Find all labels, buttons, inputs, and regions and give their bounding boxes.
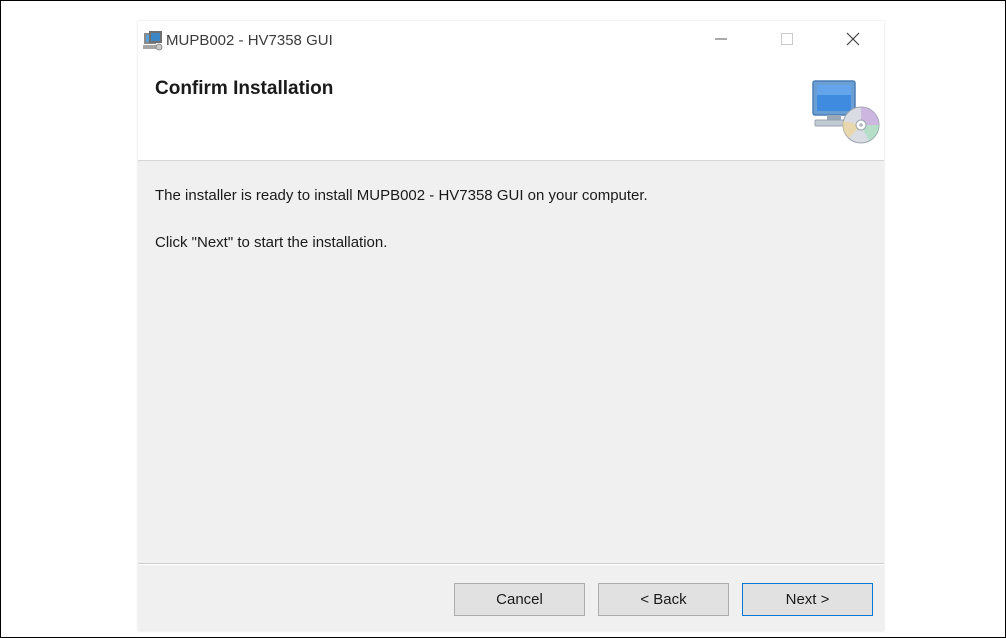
maximize-icon xyxy=(781,33,793,45)
next-instruction: Click "Next" to start the installation. xyxy=(155,234,388,251)
screenshot-frame: MUPB002 - HV7358 GUI Confirm Installatio… xyxy=(0,0,1006,638)
cancel-button[interactable]: Cancel xyxy=(454,583,585,616)
ready-message: The installer is ready to install MUPB00… xyxy=(155,187,648,204)
window-title: MUPB002 - HV7358 GUI xyxy=(166,32,333,49)
close-icon xyxy=(846,32,860,46)
computer-cd-icon xyxy=(812,80,880,144)
back-button[interactable]: < Back xyxy=(598,583,729,616)
minimize-button[interactable] xyxy=(698,21,744,57)
maximize-button[interactable] xyxy=(764,21,810,57)
installer-app-icon xyxy=(143,31,163,51)
header-banner: Confirm Installation xyxy=(138,61,884,161)
close-button[interactable] xyxy=(830,21,876,57)
next-button[interactable]: Next > xyxy=(742,583,873,616)
footer-divider xyxy=(138,563,884,565)
title-bar[interactable]: MUPB002 - HV7358 GUI xyxy=(138,21,884,61)
installer-window: MUPB002 - HV7358 GUI Confirm Installatio… xyxy=(138,21,884,631)
minimize-icon xyxy=(715,38,727,40)
page-title: Confirm Installation xyxy=(155,78,334,99)
